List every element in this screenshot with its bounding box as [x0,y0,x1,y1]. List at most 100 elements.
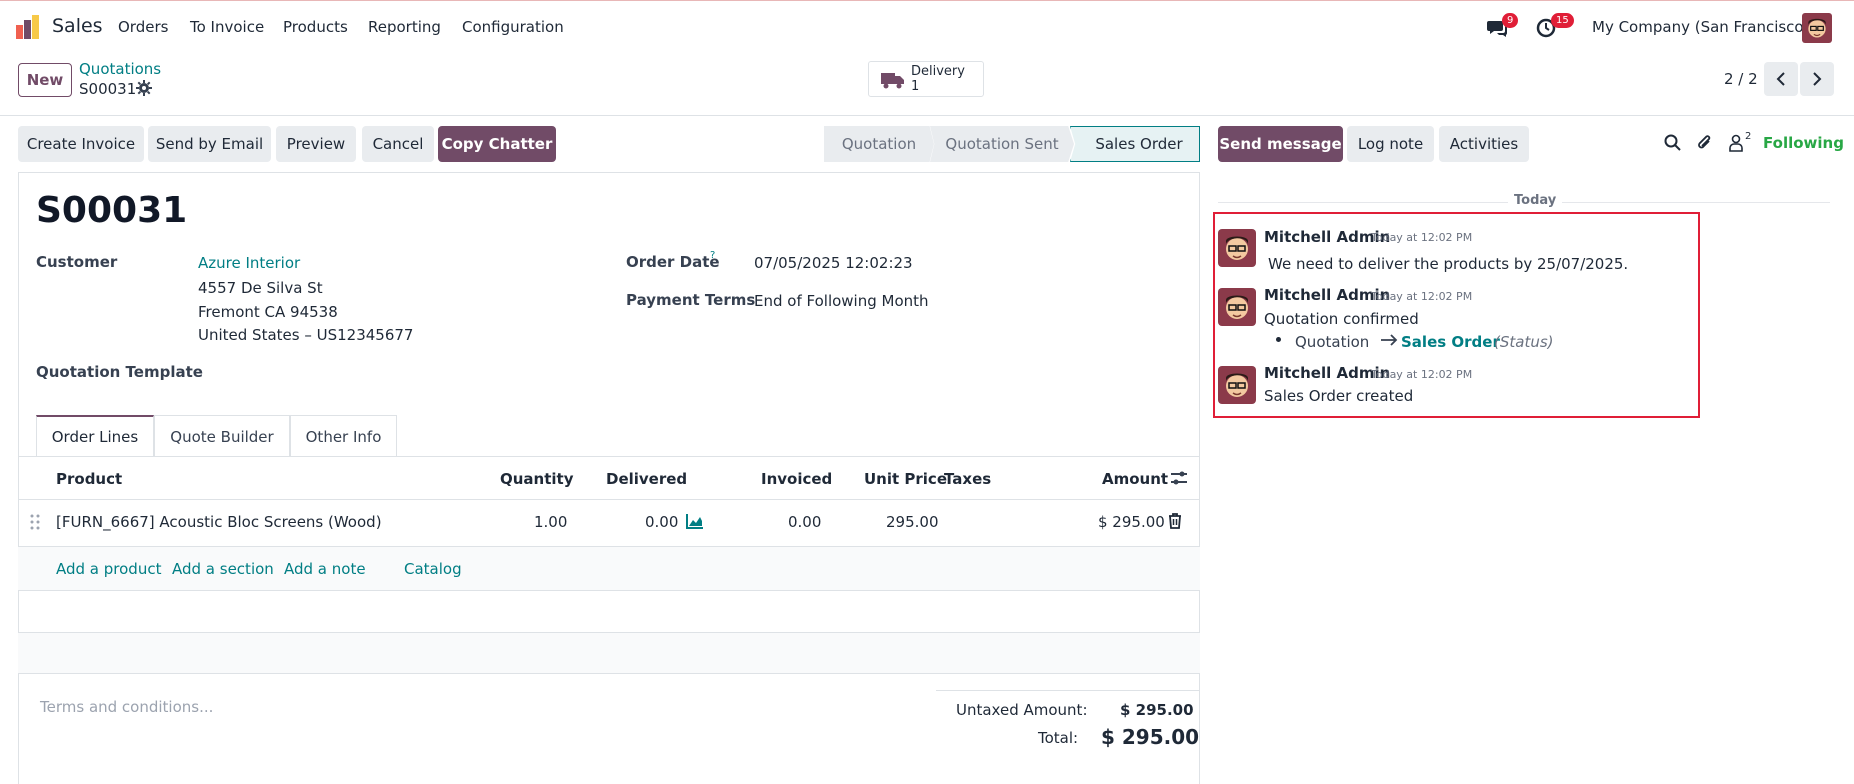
column-settings-icon[interactable] [1170,470,1188,490]
create-invoice-button[interactable]: Create Invoice [18,126,144,162]
total-value: $ 295.00 [1101,725,1200,749]
message-time: Today at 12:02 PM [1371,290,1473,303]
control-panel: New Quotations S00031 Delivery 1 2 / 2 [0,54,1854,116]
col-quantity[interactable]: Quantity [500,470,574,488]
date-separator: Today [1508,193,1563,208]
untaxed-label: Untaxed Amount: [956,701,1088,719]
payment-terms-value[interactable]: End of Following Month [754,292,929,310]
order-date-label: Order Date [626,253,720,271]
tracking-old-value: Quotation [1295,333,1370,351]
menu-configuration[interactable]: Configuration [462,18,564,36]
top-navbar: Sales Orders To Invoice Products Reporti… [0,0,1854,54]
address-line-1: 4557 De Silva St [198,279,323,297]
row-quantity[interactable]: 1.00 [534,513,567,531]
tab-quote-builder[interactable]: Quote Builder [154,415,290,457]
forecast-chart-icon[interactable] [686,513,704,533]
pager-next-button[interactable] [1800,62,1834,96]
stage-quotation-sent[interactable]: Quotation Sent [930,126,1074,162]
breadcrumb-current: S00031 [79,80,137,98]
new-button[interactable]: New [18,63,72,97]
col-product[interactable]: Product [56,470,122,488]
row-amount: $ 295.00 [1098,513,1165,531]
delivery-count: 1 [911,79,920,94]
row-divider-4 [18,673,1200,674]
avatar-icon [1218,229,1256,267]
app-name[interactable]: Sales [52,15,103,37]
add-note-link[interactable]: Add a note [284,560,366,578]
breadcrumb-quotations[interactable]: Quotations [79,60,161,78]
message-time: Today at 12:02 PM [1371,231,1473,244]
avatar-icon [1218,288,1256,326]
pager-previous-button[interactable] [1764,62,1798,96]
row-product[interactable]: [FURN_6667] Acoustic Bloc Screens (Wood) [56,513,382,531]
row-delivered: 0.00 [645,513,679,531]
truck-icon [881,73,904,89]
company-switcher[interactable]: My Company (San Francisco) [1592,18,1809,36]
total-label: Total: [1038,729,1079,747]
col-invoiced[interactable]: Invoiced [761,470,832,488]
payment-terms-label: Payment Terms [626,291,756,309]
col-delivered[interactable]: Delivered [606,470,687,488]
stage-quotation[interactable]: Quotation [824,126,934,162]
message-avatar[interactable] [1218,288,1256,326]
search-icon[interactable] [1664,134,1682,156]
log-note-button[interactable]: Log note [1347,126,1434,162]
preview-button[interactable]: Preview [276,126,356,162]
terms-input[interactable]: Terms and conditions... [40,698,213,716]
drag-handle-icon[interactable] [30,514,40,534]
tabs-divider [18,456,1200,457]
customer-label: Customer [36,253,118,271]
menu-products[interactable]: Products [283,18,348,36]
following-button[interactable]: Following [1763,134,1844,152]
send-message-button[interactable]: Send message [1218,126,1343,162]
menu-orders[interactable]: Orders [118,18,168,36]
copy-chatter-button[interactable]: Copy Chatter [438,126,556,162]
row-invoiced: 0.00 [788,513,822,531]
menu-to-invoice[interactable]: To Invoice [190,18,264,36]
empty-row [18,633,1200,673]
add-section-link[interactable]: Add a section [172,560,274,578]
order-date-value[interactable]: 07/05/2025 12:02:23 [754,254,913,272]
message-body: Sales Order created [1264,387,1414,405]
delivery-smart-button[interactable]: Delivery 1 [868,61,984,97]
send-by-email-button[interactable]: Send by Email [148,126,271,162]
arrow-right-icon [1380,333,1398,351]
gear-icon[interactable] [136,80,152,100]
paperclip-icon[interactable] [1696,134,1714,156]
sales-app-icon[interactable] [14,15,42,41]
avatar-icon [1218,366,1256,404]
menu-reporting[interactable]: Reporting [368,18,441,36]
order-date-help[interactable]: ? [710,250,715,261]
user-avatar-icon [1802,13,1832,43]
chevron-left-icon [1776,72,1785,86]
trash-icon[interactable] [1168,513,1182,533]
followers-icon[interactable] [1728,134,1744,156]
tab-order-lines[interactable]: Order Lines [36,415,154,457]
tab-other-info[interactable]: Other Info [290,415,397,457]
chevron-right-icon [1813,72,1822,86]
stage-sales-order[interactable]: Sales Order [1070,126,1200,162]
message-avatar[interactable] [1218,366,1256,404]
catalog-link[interactable]: Catalog [404,560,462,578]
pager-value[interactable]: 2 / 2 [1724,70,1758,88]
address-line-3: United States – US12345677 [198,326,414,344]
user-avatar[interactable] [1802,13,1832,43]
quotation-template-label: Quotation Template [36,363,203,381]
col-amount[interactable]: Amount [1102,470,1168,488]
customer-link[interactable]: Azure Interior [198,254,300,272]
col-unit-price[interactable]: Unit Price [864,470,947,488]
cancel-button[interactable]: Cancel [362,126,434,162]
activities-button-chatter[interactable]: Activities [1439,126,1529,162]
message-body: Quotation confirmed [1264,310,1419,328]
address-line-2: Fremont CA 94538 [198,303,338,321]
delivery-label: Delivery [911,64,965,79]
row-unit-price[interactable]: 295.00 [886,513,939,531]
followers-count: 2 [1745,131,1752,142]
col-taxes[interactable]: Taxes [944,470,991,488]
untaxed-value: $ 295.00 [1120,701,1194,719]
tracking-bullet [1276,337,1281,342]
message-avatar[interactable] [1218,229,1256,267]
totals-divider [936,690,1200,691]
tracking-new-value: Sales Order [1401,333,1500,351]
add-product-link[interactable]: Add a product [56,560,161,578]
